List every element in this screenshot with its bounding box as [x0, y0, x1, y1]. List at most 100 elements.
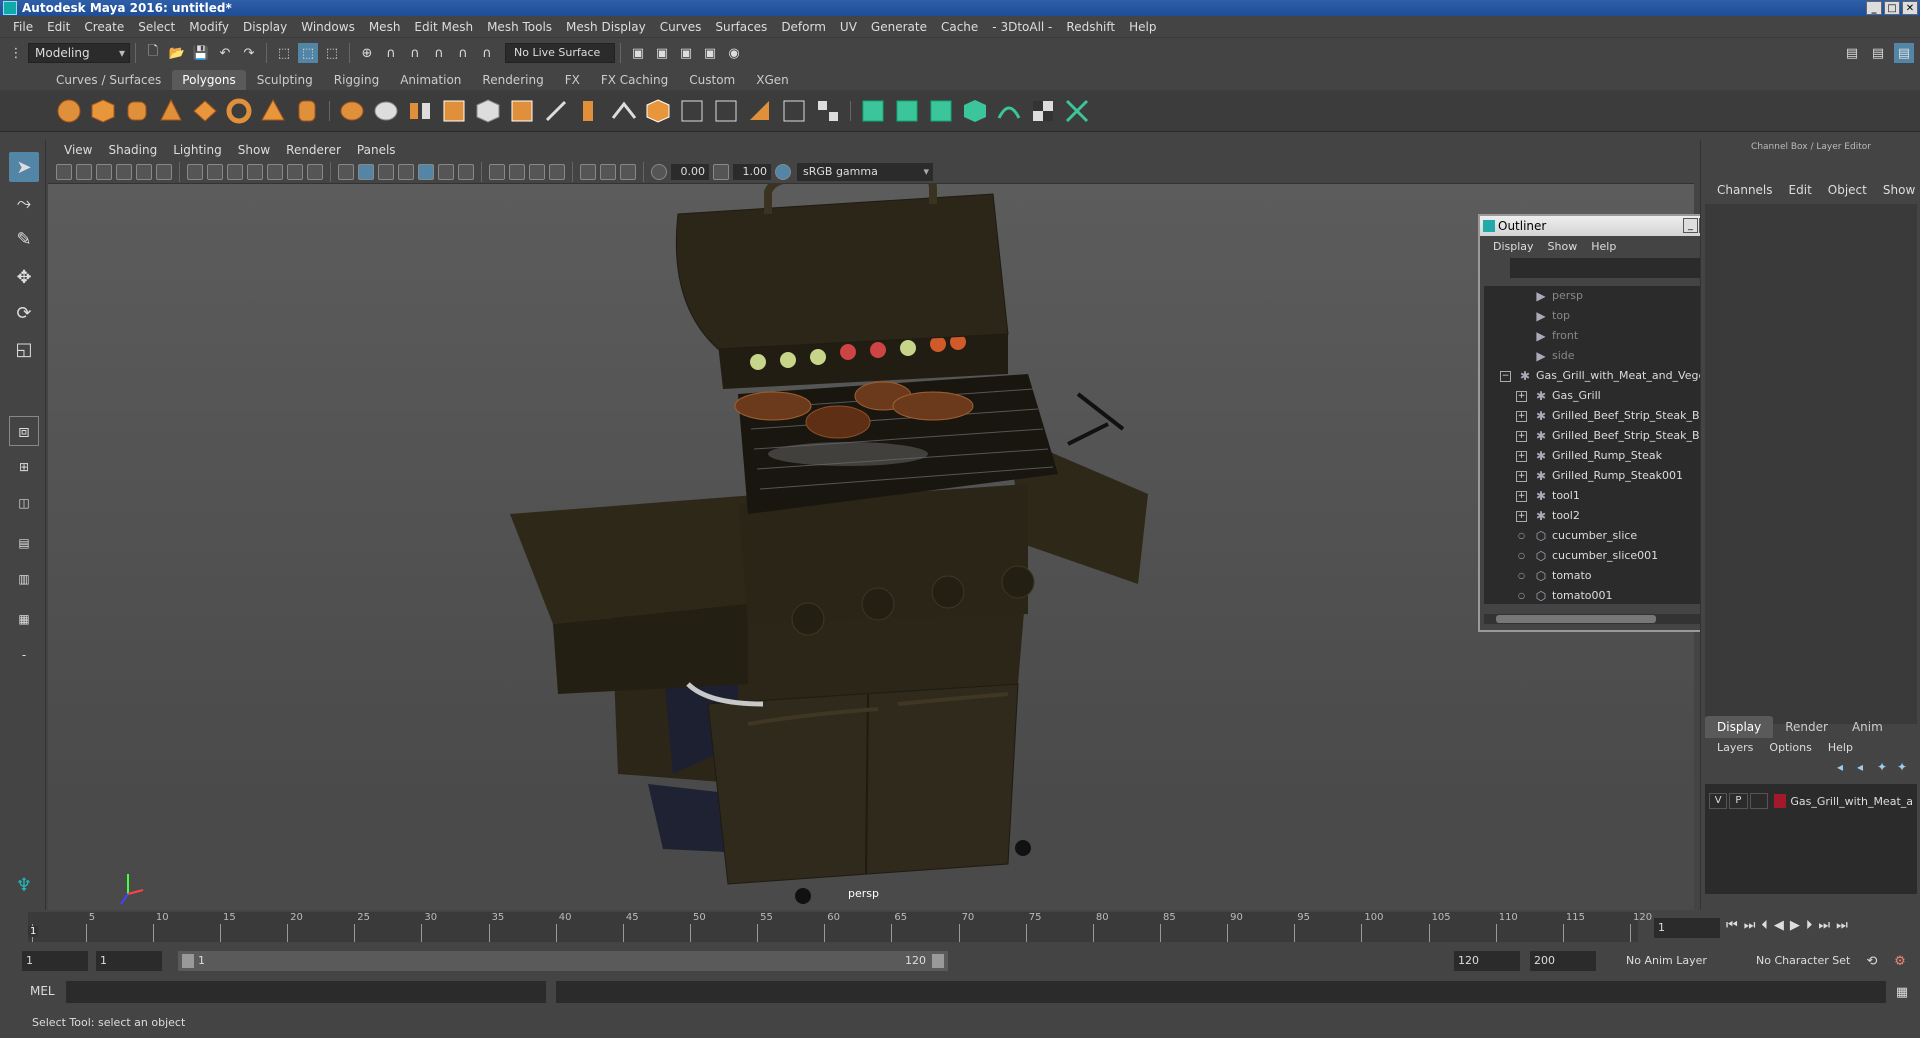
outliner-item[interactable]: ○ ⬡ cucumber_slice001: [1484, 546, 1714, 566]
outliner-item[interactable]: ○ ⬡ tomato: [1484, 566, 1714, 586]
exposure-field[interactable]: 0.00: [671, 163, 709, 180]
bookmark-icon[interactable]: [96, 163, 112, 180]
poly-sphere-icon[interactable]: [54, 96, 84, 126]
gate-mask-icon[interactable]: [247, 163, 263, 180]
outliner-item[interactable]: + ✱ Gas_Grill: [1484, 386, 1714, 406]
move-layer-down-icon[interactable]: ◂: [1857, 760, 1871, 774]
outliner-item[interactable]: ▶ persp: [1484, 286, 1714, 306]
lasso-tool-icon[interactable]: ⤳: [9, 188, 39, 218]
poly-torus-icon[interactable]: [224, 96, 254, 126]
outliner-search-input[interactable]: [1510, 258, 1728, 278]
menu-uv[interactable]: UV: [833, 20, 864, 34]
single-perspective-layout-icon[interactable]: ⧈: [9, 416, 39, 446]
step-back-frame-icon[interactable]: ⏴: [1761, 918, 1768, 933]
multisample-aa-icon[interactable]: [509, 163, 525, 180]
cylindrical-map-icon[interactable]: [892, 96, 922, 126]
step-back-key-icon[interactable]: ⏭: [1744, 918, 1756, 933]
bevel-icon[interactable]: [643, 96, 673, 126]
step-forward-frame-icon[interactable]: ⏵: [1806, 918, 1813, 933]
current-frame-field[interactable]: 1: [1654, 918, 1720, 938]
xray-joints-icon[interactable]: [600, 163, 616, 180]
perspective-viewport[interactable]: [48, 184, 1694, 910]
go-to-start-icon[interactable]: ⏮: [1726, 918, 1738, 933]
channel-box-menu-edit[interactable]: Edit: [1781, 180, 1820, 200]
menu-edit[interactable]: Edit: [40, 20, 77, 34]
select-component-icon[interactable]: ⬚: [322, 43, 342, 63]
poly-cube-icon[interactable]: [88, 96, 118, 126]
animation-start-field[interactable]: 1: [22, 951, 88, 971]
playback-start-field[interactable]: 1: [96, 951, 162, 971]
outliner-item[interactable]: ▶ side: [1484, 346, 1714, 366]
playback-end-field[interactable]: 120: [1454, 951, 1520, 971]
poly-cone-icon[interactable]: [156, 96, 186, 126]
mel-command-input[interactable]: [66, 981, 546, 1003]
step-forward-key-icon[interactable]: ⏭: [1818, 918, 1830, 933]
menu-windows[interactable]: Windows: [294, 20, 362, 34]
camera-select-icon[interactable]: [56, 163, 72, 180]
menu-deform[interactable]: Deform: [774, 20, 833, 34]
shelf-tab-polygons[interactable]: Polygons: [172, 70, 246, 90]
shelf-tab-rendering[interactable]: Rendering: [472, 70, 553, 90]
outliner-item[interactable]: + ✱ tool1: [1484, 486, 1714, 506]
safe-title-icon[interactable]: [307, 163, 323, 180]
snap-live-icon[interactable]: ∩: [453, 43, 473, 63]
channel-box-menu-show[interactable]: Show: [1875, 180, 1920, 200]
shelf-tab-sculpting[interactable]: Sculpting: [247, 70, 323, 90]
menu-cache[interactable]: Cache: [934, 20, 985, 34]
menu-create[interactable]: Create: [77, 20, 131, 34]
workspace-icon-3[interactable]: ▤: [1894, 43, 1914, 63]
multi-cut-icon[interactable]: [541, 96, 571, 126]
new-scene-icon[interactable]: 🗋: [143, 43, 163, 63]
menu-select[interactable]: Select: [131, 20, 182, 34]
new-layer-icon[interactable]: ✦: [1877, 760, 1891, 774]
field-chart-icon[interactable]: [267, 163, 283, 180]
combine-icon[interactable]: [337, 96, 367, 126]
insert-edge-loop-icon[interactable]: [677, 96, 707, 126]
outliner-menu-display[interactable]: Display: [1486, 240, 1541, 253]
scale-tool-icon[interactable]: ◱: [9, 334, 39, 364]
safe-action-icon[interactable]: [287, 163, 303, 180]
layer-menu-layers[interactable]: Layers: [1709, 738, 1761, 758]
poly-pipe-icon[interactable]: [292, 96, 322, 126]
paint-select-icon[interactable]: ✎: [9, 224, 39, 254]
panel-menu-lighting[interactable]: Lighting: [165, 143, 230, 157]
menu-mesh-tools[interactable]: Mesh Tools: [480, 20, 559, 34]
view-transform-dropdown[interactable]: sRGB gamma: [797, 162, 933, 181]
shelf-tab-fx-caching[interactable]: FX Caching: [591, 70, 678, 90]
snap-curve-icon[interactable]: ∩: [381, 43, 401, 63]
outliner-menu-help[interactable]: Help: [1584, 240, 1623, 253]
layer-menu-options[interactable]: Options: [1761, 738, 1819, 758]
layout-options-icon[interactable]: -: [9, 640, 39, 670]
collapse-icon[interactable]: −: [1500, 371, 1511, 382]
outliner-layout-icon[interactable]: ▤: [9, 528, 39, 558]
layer-tab-display[interactable]: Display: [1705, 716, 1774, 738]
checker-icon[interactable]: [1028, 96, 1058, 126]
time-slider-track[interactable]: 5 10 15 20 25 30 35 40 45 50 55 60 65 70 75 80 85 90 95 100…: [28, 912, 1652, 942]
range-start-handle[interactable]: [182, 954, 194, 968]
range-slider[interactable]: 1 120: [178, 951, 948, 971]
outliner-item[interactable]: ▶ front: [1484, 326, 1714, 346]
target-weld-icon[interactable]: [779, 96, 809, 126]
shelf-tab-fx[interactable]: FX: [555, 70, 590, 90]
color-management-icon[interactable]: [775, 163, 791, 180]
menu-mesh-display[interactable]: Mesh Display: [559, 20, 653, 34]
camera-attributes-icon[interactable]: [76, 163, 92, 180]
film-gate-icon[interactable]: [207, 163, 223, 180]
shelf-tab-custom[interactable]: Custom: [679, 70, 745, 90]
menu-3dtoall[interactable]: - 3DtoAll -: [985, 20, 1059, 34]
minimize-button[interactable]: _: [1866, 1, 1882, 15]
outliner-item[interactable]: + ✱ tool2: [1484, 506, 1714, 526]
expand-icon[interactable]: +: [1516, 431, 1527, 442]
smooth-shade-icon[interactable]: [358, 163, 374, 180]
outliner-item[interactable]: − ✱ Gas_Grill_with_Meat_and_Vegeta: [1484, 366, 1714, 386]
textured-icon[interactable]: [398, 163, 414, 180]
move-layer-up-icon[interactable]: ◂: [1837, 760, 1851, 774]
range-end-handle[interactable]: [932, 954, 944, 968]
wireframe-icon[interactable]: [338, 163, 354, 180]
ambient-occlusion-icon[interactable]: [458, 163, 474, 180]
automatic-map-icon[interactable]: [960, 96, 990, 126]
panel-menu-show[interactable]: Show: [230, 143, 278, 157]
menu-edit-mesh[interactable]: Edit Mesh: [407, 20, 480, 34]
poly-pyramid-icon[interactable]: [258, 96, 288, 126]
expand-icon[interactable]: +: [1516, 491, 1527, 502]
